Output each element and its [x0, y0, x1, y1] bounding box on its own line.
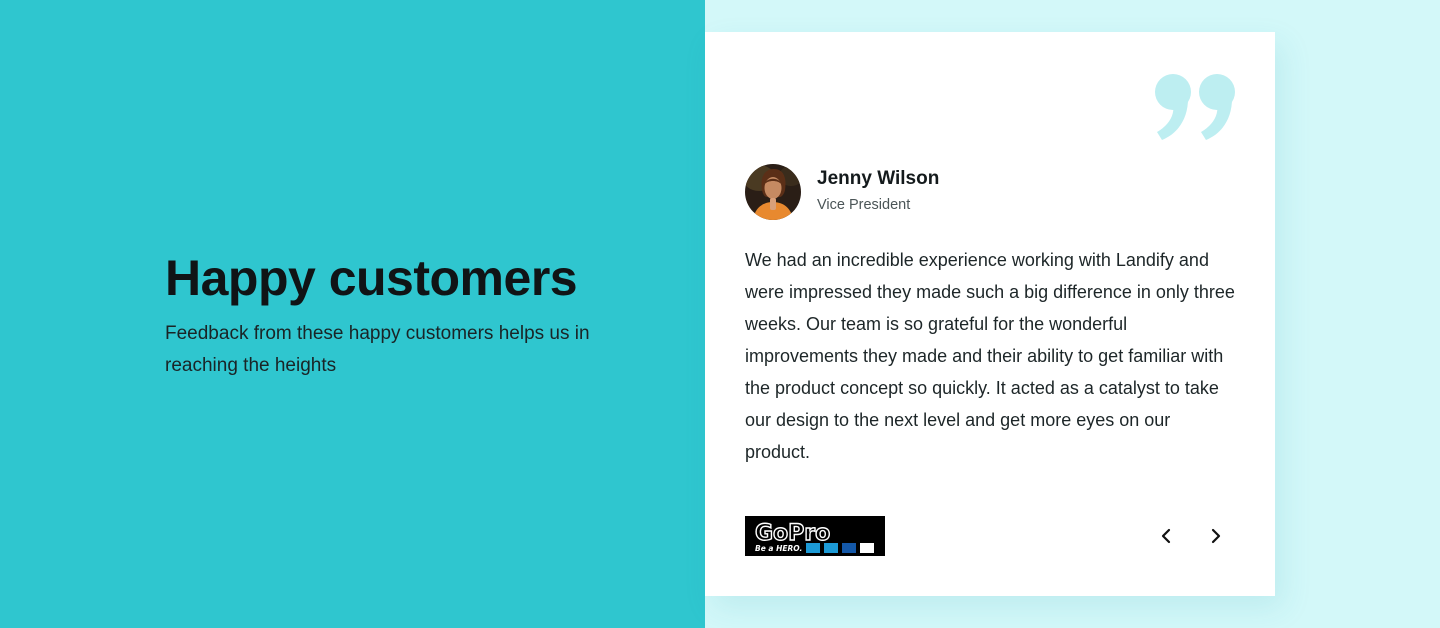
section-heading: Happy customers [165, 250, 578, 306]
testimonial-card: Jenny Wilson Vice President We had an in… [705, 32, 1275, 596]
author-name: Jenny Wilson [817, 168, 940, 189]
hero-panel [0, 0, 705, 628]
next-button[interactable] [1201, 522, 1229, 550]
author-title: Vice President [817, 197, 911, 213]
logo-wordmark: GoPro [755, 521, 830, 546]
closing-quote-icon [1155, 74, 1235, 140]
testimonial-text: We had an incredible experience working … [745, 250, 1235, 462]
chevron-right-icon [1211, 528, 1221, 544]
chevron-left-icon [1161, 528, 1171, 544]
previous-button[interactable] [1153, 522, 1181, 550]
avatar [745, 164, 801, 220]
logo-tagline: Be a HERO. [755, 544, 802, 553]
company-logo: GoPro Be a HERO. [745, 516, 885, 556]
section-subtext: Feedback from these happy customers help… [165, 323, 590, 376]
